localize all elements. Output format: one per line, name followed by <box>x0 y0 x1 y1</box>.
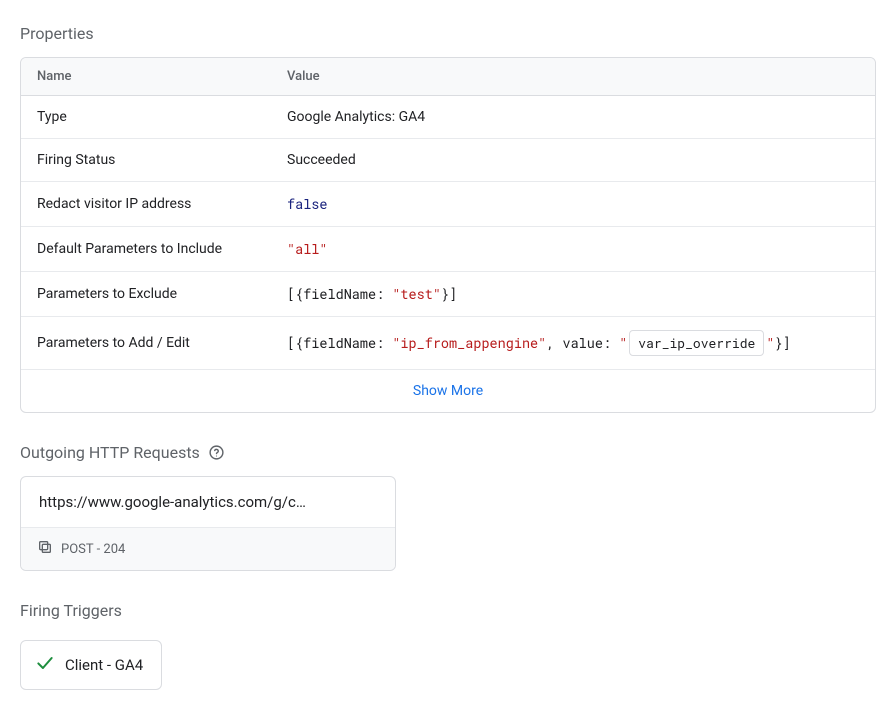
trigger-label: Client - GA4 <box>65 656 143 674</box>
table-row: Parameters to Exclude [{fieldName: "test… <box>21 272 875 317</box>
http-url: https://www.google-analytics.com/g/c… <box>21 477 395 528</box>
properties-heading-text: Properties <box>20 24 94 43</box>
table-row: Redact visitor IP address false <box>21 182 875 227</box>
code-string: " <box>619 334 627 352</box>
table-row: Parameters to Add / Edit [{fieldName: "i… <box>21 317 875 370</box>
variable-chip[interactable]: var_ip_override <box>629 330 764 356</box>
prop-name: Parameters to Add / Edit <box>21 317 271 370</box>
http-meta-text: POST - 204 <box>61 542 125 557</box>
prop-value: "all" <box>271 227 875 272</box>
table-row: Default Parameters to Include "all" <box>21 227 875 272</box>
properties-heading: Properties <box>20 24 876 43</box>
http-heading: Outgoing HTTP Requests <box>20 443 876 462</box>
prop-name: Default Parameters to Include <box>21 227 271 272</box>
table-row: Firing Status Succeeded <box>21 139 875 182</box>
prop-value: Succeeded <box>271 139 875 182</box>
code-keyword: false <box>287 195 328 213</box>
prop-value: false <box>271 182 875 227</box>
code-string: "ip_from_appengine" <box>392 334 546 352</box>
http-request-card[interactable]: https://www.google-analytics.com/g/c… PO… <box>20 476 396 571</box>
prop-value: [{fieldName: "test"}] <box>271 272 875 317</box>
prop-name: Parameters to Exclude <box>21 272 271 317</box>
code-text: }] <box>774 334 790 352</box>
code-string: "all" <box>287 240 328 258</box>
code-string: "test" <box>392 285 441 303</box>
prop-name: Firing Status <box>21 139 271 182</box>
trigger-chip[interactable]: Client - GA4 <box>20 640 162 690</box>
code-text: }] <box>441 285 457 303</box>
triggers-heading: Firing Triggers <box>20 601 876 620</box>
http-meta: POST - 204 <box>21 528 395 570</box>
help-icon[interactable] <box>208 444 225 461</box>
code-text: [{fieldName: <box>287 285 392 303</box>
properties-table: Name Value Type Google Analytics: GA4 Fi… <box>20 57 876 413</box>
col-name: Name <box>21 58 271 96</box>
prop-value: [{fieldName: "ip_from_appengine", value:… <box>271 317 875 370</box>
prop-value: Google Analytics: GA4 <box>271 96 875 139</box>
prop-name: Redact visitor IP address <box>21 182 271 227</box>
col-value: Value <box>271 58 875 96</box>
code-text: , value: <box>546 334 619 352</box>
copy-icon[interactable] <box>37 539 53 559</box>
code-text: [{fieldName: <box>287 334 392 352</box>
show-more-row: Show More <box>21 370 875 412</box>
http-heading-text: Outgoing HTTP Requests <box>20 443 200 462</box>
prop-name: Type <box>21 96 271 139</box>
show-more-link[interactable]: Show More <box>413 383 483 399</box>
table-row: Type Google Analytics: GA4 <box>21 96 875 139</box>
check-icon <box>35 653 55 677</box>
triggers-heading-text: Firing Triggers <box>20 601 122 620</box>
